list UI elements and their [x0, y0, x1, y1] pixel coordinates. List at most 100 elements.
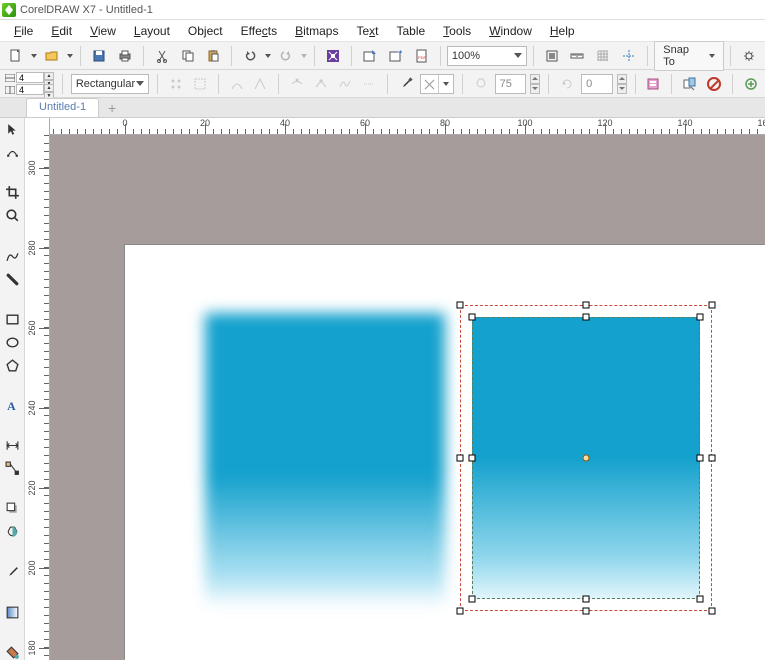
add-preset-button[interactable] — [741, 73, 761, 95]
center-handle[interactable] — [583, 455, 590, 462]
canvas-viewport[interactable]: 020406080100120140160 300280260240220200… — [25, 118, 765, 660]
color-eyedropper-tool[interactable] — [2, 565, 22, 580]
menu-layout[interactable]: Layout — [126, 22, 178, 40]
menu-help[interactable]: Help — [542, 22, 583, 40]
eyedropper-icon[interactable] — [396, 73, 416, 95]
crop-tool[interactable] — [2, 185, 22, 200]
menu-file[interactable]: File — [6, 22, 41, 40]
cols-input[interactable] — [16, 84, 44, 95]
rotation-field[interactable]: 0 — [581, 74, 613, 94]
menu-text[interactable]: Text — [348, 22, 386, 40]
redo-button[interactable] — [274, 45, 298, 67]
polygon-tool[interactable] — [2, 358, 22, 373]
menu-tools[interactable]: Tools — [435, 22, 479, 40]
menu-object[interactable]: Object — [180, 22, 231, 40]
handle-w[interactable] — [457, 455, 464, 462]
rows-spinner[interactable]: ▲▼ — [44, 72, 54, 83]
options-button[interactable] — [737, 45, 761, 67]
inner-handle-nw[interactable] — [469, 314, 476, 321]
text-tool[interactable]: A — [2, 398, 22, 413]
inner-handle-n[interactable] — [583, 314, 590, 321]
document-tab[interactable]: Untitled-1 — [26, 98, 99, 117]
inner-handle-w[interactable] — [469, 455, 476, 462]
show-rulers-button[interactable] — [566, 45, 590, 67]
inner-handle-e[interactable] — [697, 455, 704, 462]
new-button[interactable] — [4, 45, 28, 67]
node-btn-1[interactable] — [287, 73, 307, 95]
cut-button[interactable] — [150, 45, 174, 67]
vertical-ruler[interactable]: 300280260240220200180 — [25, 118, 50, 660]
menu-bitmaps[interactable]: Bitmaps — [287, 22, 346, 40]
node-btn-2[interactable] — [311, 73, 331, 95]
redo-dropdown[interactable] — [300, 45, 308, 67]
handle-se[interactable] — [709, 608, 716, 615]
wrap-style-combo[interactable]: Rectangular — [71, 74, 149, 94]
undo-dropdown[interactable] — [264, 45, 272, 67]
new-dropdown[interactable] — [30, 45, 38, 67]
undo-button[interactable] — [238, 45, 262, 67]
inner-handle-se[interactable] — [697, 596, 704, 603]
open-button[interactable] — [40, 45, 64, 67]
copy-properties-button[interactable] — [680, 73, 700, 95]
copy-button[interactable] — [176, 45, 200, 67]
pick-tool[interactable] — [2, 122, 22, 137]
fullscreen-preview-button[interactable] — [540, 45, 564, 67]
add-tab-button[interactable]: + — [103, 99, 121, 117]
node-btn-4[interactable] — [359, 73, 379, 95]
node-btn-3[interactable] — [335, 73, 355, 95]
outline-none-combo[interactable] — [420, 74, 454, 94]
inner-handle-s[interactable] — [583, 596, 590, 603]
open-dropdown[interactable] — [66, 45, 74, 67]
snap-to-button[interactable]: Snap To — [654, 41, 724, 71]
handle-ne[interactable] — [709, 302, 716, 309]
inner-handle-ne[interactable] — [697, 314, 704, 321]
print-button[interactable] — [113, 45, 137, 67]
clear-button[interactable] — [704, 73, 724, 95]
rotation-spinner[interactable] — [617, 74, 627, 94]
handle-n[interactable] — [583, 302, 590, 309]
curve-btn-1[interactable] — [227, 73, 247, 95]
transparency-field[interactable]: 75 — [495, 74, 527, 94]
blurred-rectangle[interactable] — [205, 313, 445, 608]
handle-sw[interactable] — [457, 608, 464, 615]
canvas-area[interactable] — [50, 135, 765, 660]
artistic-media-tool[interactable] — [2, 272, 22, 287]
rows-input[interactable] — [16, 72, 44, 83]
export-button[interactable] — [384, 45, 408, 67]
ellipse-tool[interactable] — [2, 335, 22, 350]
cols-spinner[interactable]: ▲▼ — [44, 84, 54, 95]
dimension-tool[interactable] — [2, 438, 22, 453]
connector-tool[interactable] — [2, 461, 22, 476]
transparency-tool[interactable] — [2, 525, 22, 540]
paste-button[interactable] — [201, 45, 225, 67]
object-properties-button[interactable] — [644, 73, 664, 95]
selected-rectangle[interactable] — [472, 317, 700, 599]
freehand-tool[interactable] — [2, 248, 22, 263]
rectangle-tool[interactable] — [2, 312, 22, 327]
shape-tool[interactable] — [2, 145, 22, 160]
transparency-spinner[interactable] — [530, 74, 540, 94]
unknown-btn-2[interactable] — [190, 73, 210, 95]
horizontal-ruler[interactable]: 020406080100120140160 — [50, 118, 765, 135]
search-content-button[interactable] — [321, 45, 345, 67]
smart-fill-tool[interactable] — [2, 645, 22, 660]
zoom-tool[interactable] — [2, 208, 22, 223]
menu-view[interactable]: View — [82, 22, 124, 40]
unknown-btn-1[interactable] — [166, 73, 186, 95]
menu-window[interactable]: Window — [481, 22, 540, 40]
show-grid-button[interactable] — [591, 45, 615, 67]
handle-nw[interactable] — [457, 302, 464, 309]
handle-s[interactable] — [583, 608, 590, 615]
show-guidelines-button[interactable] — [617, 45, 641, 67]
import-button[interactable] — [358, 45, 382, 67]
menu-edit[interactable]: Edit — [43, 22, 80, 40]
curve-btn-2[interactable] — [251, 73, 271, 95]
publish-pdf-button[interactable]: PDF — [410, 45, 434, 67]
interactive-fill-tool[interactable] — [2, 605, 22, 620]
zoom-level-combo[interactable]: 100% — [447, 46, 527, 66]
drop-shadow-tool[interactable] — [2, 501, 22, 516]
save-button[interactable] — [87, 45, 111, 67]
inner-handle-sw[interactable] — [469, 596, 476, 603]
menu-effects[interactable]: Effects — [233, 22, 285, 40]
menu-table[interactable]: Table — [388, 22, 433, 40]
